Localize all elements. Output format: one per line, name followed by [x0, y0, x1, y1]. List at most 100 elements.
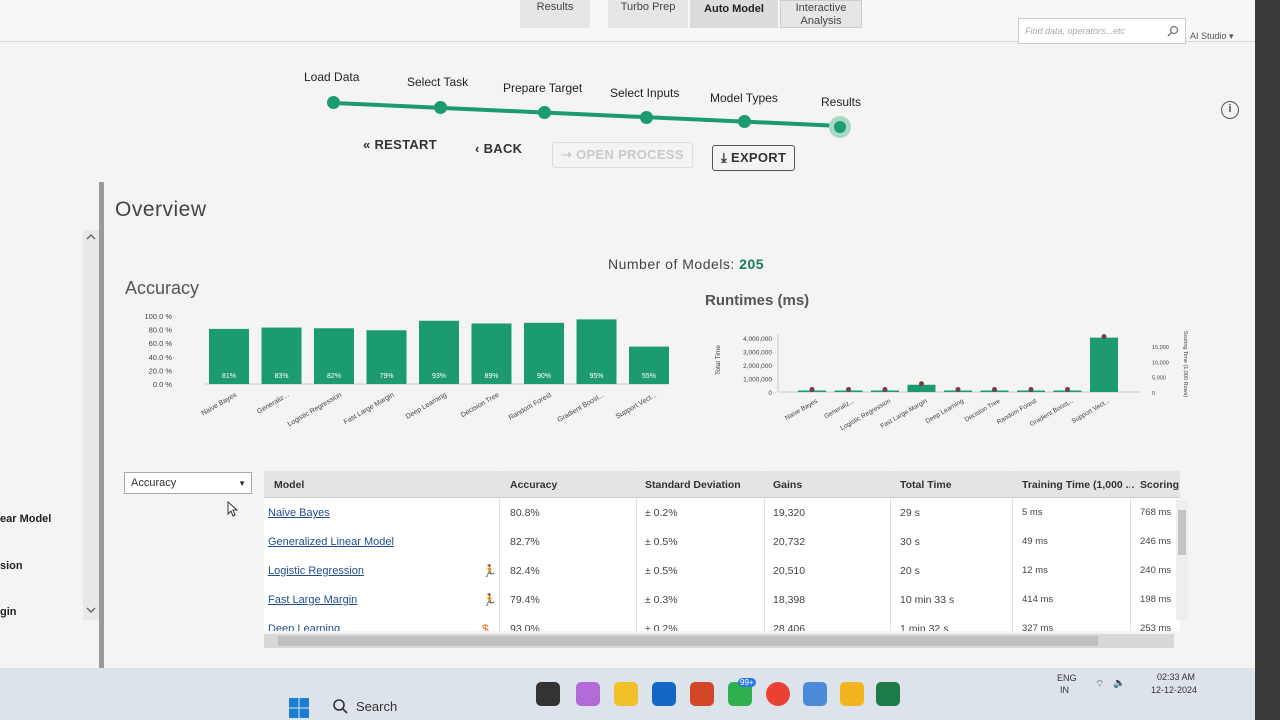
terminal-app-icon[interactable] [536, 682, 560, 706]
step-label-results[interactable]: Results [821, 95, 861, 109]
model-link[interactable]: Fast Large Margin [268, 594, 357, 606]
language-indicator[interactable]: ENG [1057, 673, 1077, 683]
step-dot-results-current[interactable] [829, 116, 851, 138]
back-button[interactable]: ‹ BACK [475, 141, 522, 156]
overview-title: Overview [115, 198, 207, 221]
whatsapp-app-icon[interactable]: 99+ [728, 678, 756, 706]
open-process-button[interactable]: ⇢ OPEN PROCESS [552, 142, 693, 168]
marker-point [882, 387, 888, 392]
powerpoint-app-icon[interactable] [690, 682, 714, 706]
volume-icon[interactable]: 🔈 [1113, 678, 1125, 689]
cell-total: 1 min 32 s [900, 623, 949, 631]
column-header-gains[interactable]: Gains [773, 479, 802, 491]
model-link[interactable]: Naive Bayes [268, 507, 330, 519]
process-icon: ⇢ [561, 147, 573, 162]
excel-app-icon[interactable] [876, 682, 900, 706]
step-dot-select-inputs[interactable] [640, 111, 653, 124]
clock-date[interactable]: 12-12-2024 [1151, 685, 1197, 695]
table-row[interactable]: Fast Large Margin 🏃 79.4% ± 0.3% 18,398 10 mi… [264, 586, 1180, 615]
global-search-input[interactable]: Find data, operators...etc [1018, 18, 1186, 44]
step-dot-model-types[interactable] [738, 115, 751, 128]
double-chevron-left-icon: « [363, 137, 371, 152]
metric-dropdown[interactable]: Accuracy ▼ [124, 472, 252, 494]
step-dot-prepare-target[interactable] [538, 106, 551, 119]
stepper-track [333, 101, 842, 129]
model-link[interactable]: Deep Learning [268, 623, 340, 631]
column-header-training-time[interactable]: Training Time (1,000 ... [1022, 479, 1134, 491]
table-row[interactable]: Generalized Linear Model 82.7% ± 0.5% 20,73… [264, 528, 1180, 557]
column-header-model[interactable]: Model [274, 479, 304, 491]
data-label: 93% [432, 373, 446, 380]
y-tick-label: 0 [768, 390, 772, 397]
export-label: EXPORT [730, 150, 787, 165]
dollar-icon: $ [482, 622, 489, 631]
model-link[interactable]: Generalized Linear Model [268, 536, 394, 548]
app-icon[interactable] [840, 682, 864, 706]
step-dot-select-task[interactable] [434, 101, 447, 114]
nav-tab-interactive-analysis[interactable]: Interactive Analysis [780, 0, 862, 28]
chrome-app-icon[interactable] [766, 682, 790, 706]
file-explorer-icon[interactable] [614, 682, 638, 706]
sidebar-scrollbar[interactable] [83, 230, 99, 620]
column-header-accuracy[interactable]: Accuracy [510, 479, 557, 491]
marker-point [1101, 334, 1107, 340]
category-label: Deep Learning [405, 392, 448, 421]
clock-time[interactable]: 02:33 AM [1157, 672, 1195, 682]
category-label: Generaliz... [256, 392, 291, 416]
sidebar-item-linear-model[interactable]: ear Model [0, 513, 51, 525]
model-link[interactable]: Logistic Regression [268, 565, 364, 577]
app-icon[interactable] [803, 682, 827, 706]
cell-training: 327 ms [1022, 623, 1054, 631]
taskbar-search[interactable]: Search [326, 692, 466, 720]
wifi-icon[interactable]: ⌔ [1095, 678, 1104, 691]
step-label-load-data[interactable]: Load Data [304, 70, 359, 84]
step-label-prepare-target[interactable]: Prepare Target [503, 81, 582, 95]
windows-start-icon[interactable] [288, 697, 310, 719]
table-horizontal-scrollbar[interactable] [264, 634, 1174, 648]
info-icon[interactable]: i [1221, 101, 1239, 119]
chevron-down-icon: ▼ [238, 479, 246, 488]
region-indicator: IN [1060, 685, 1069, 695]
cell-training: 5 ms [1022, 507, 1043, 518]
marker-point [919, 381, 924, 387]
data-label: 55% [642, 373, 656, 380]
panel-divider [99, 182, 104, 668]
scrollbar-thumb[interactable] [278, 636, 1098, 646]
column-header-total-time[interactable]: Total Time [900, 479, 952, 491]
export-button[interactable]: ⤓ EXPORT [712, 145, 796, 171]
marker-point [846, 387, 851, 392]
scroll-up-icon[interactable] [83, 230, 99, 244]
step-label-select-task[interactable]: Select Task [407, 75, 468, 89]
scrollbar-thumb[interactable] [1178, 510, 1186, 555]
table-row[interactable]: Deep Learning $93.0% ± 0.2% 28,406 1 min 32 … [264, 615, 1180, 631]
nav-tab-turbo-prep[interactable]: Turbo Prep [608, 0, 688, 28]
nav-tab-results[interactable]: Results [520, 0, 590, 28]
step-dot-load-data[interactable] [327, 96, 340, 109]
outlook-app-icon[interactable] [652, 682, 676, 706]
copilot-app-icon[interactable] [576, 682, 600, 706]
sidebar-item-margin[interactable]: gin [0, 606, 17, 618]
marker-point [992, 387, 997, 392]
y-tick-label: 2,000,000 [743, 363, 772, 370]
table-row[interactable]: Logistic Regression 🏃 82.4% ± 0.5% 20,510 20 … [264, 557, 1180, 586]
restart-button[interactable]: « RESTART [363, 137, 437, 152]
y-tick-label: 100.0 % [144, 312, 172, 321]
num-models-label: Number of Models: [608, 256, 735, 272]
y-tick-label: 3,000,000 [743, 350, 772, 357]
search-icon[interactable] [1167, 25, 1179, 37]
column-header-scoring[interactable]: Scoring [1140, 479, 1179, 491]
table-row[interactable]: Naive Bayes 80.8% ± 0.2% 19,320 29 s 5 ms 768 … [264, 499, 1180, 528]
table-header: Model Accuracy Standard Deviation Gains … [264, 471, 1180, 498]
studio-menu-button[interactable]: AI Studio ▾ [1190, 26, 1252, 46]
scroll-down-icon[interactable] [83, 603, 99, 617]
step-label-model-types[interactable]: Model Types [710, 91, 778, 105]
column-header-std-dev[interactable]: Standard Deviation [645, 479, 741, 491]
table-vertical-scrollbar[interactable] [1176, 500, 1188, 620]
cell-std: ± 0.5% [645, 565, 678, 577]
y-right-tick-label: 0 [1152, 391, 1155, 397]
nav-tab-auto-model[interactable]: Auto Model [690, 0, 778, 28]
sidebar-item-regression[interactable]: sion [0, 560, 23, 572]
data-label: 81% [222, 373, 236, 380]
step-label-select-inputs[interactable]: Select Inputs [610, 86, 679, 100]
y-right-tick-label: 10,000 [1152, 360, 1169, 366]
